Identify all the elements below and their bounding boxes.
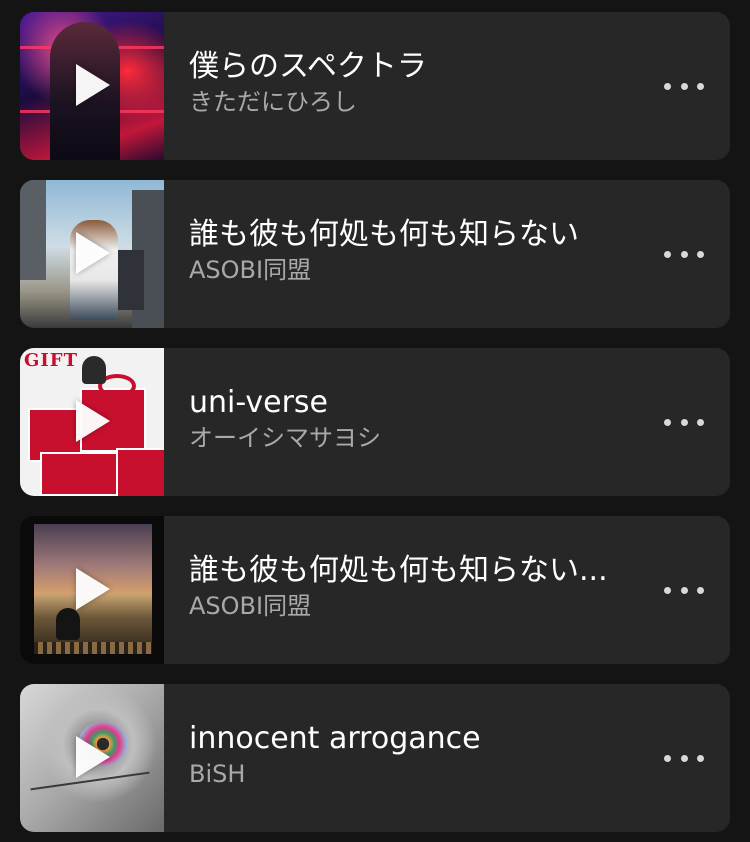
more-options-icon[interactable] [664,748,704,768]
track-list: 僕らのスペクトラ きただにひろし 誰も彼も何処も何も知らない ASOBI同盟 G… [0,0,750,842]
dot [680,418,688,426]
dot [664,82,671,90]
dot [680,586,688,594]
more-options-icon[interactable] [664,76,704,96]
dot [664,250,671,258]
artwork-cat [56,608,80,640]
track-row[interactable]: 誰も彼も何処も何も知らない ASOBI同盟 [20,180,730,328]
track-artist: きただにひろし [189,88,357,116]
dot [664,754,671,762]
track-title: 誰も彼も何処も何も知らない [189,217,579,252]
album-artwork[interactable]: GIFT [20,348,164,496]
track-artist: ASOBI同盟 [189,592,312,620]
dot [664,586,671,594]
track-title: innocent arrogance [189,721,481,756]
dot [680,754,688,762]
dot [697,418,704,426]
track-artist: ASOBI同盟 [189,256,312,284]
album-artwork[interactable] [20,180,164,328]
dot [664,418,671,426]
dot [697,82,704,90]
play-icon[interactable] [76,568,110,610]
album-artwork[interactable] [20,684,164,832]
track-title: uni-verse [189,385,329,420]
more-options-icon[interactable] [664,580,704,600]
album-artwork[interactable] [20,516,164,664]
dot [697,586,704,594]
more-options-icon[interactable] [664,244,704,264]
track-row[interactable]: innocent arrogance BiSH [20,684,730,832]
play-icon[interactable] [76,400,110,442]
track-artist: BiSH [189,760,246,788]
track-row[interactable]: 僕らのスペクトラ きただにひろし [20,12,730,160]
artwork-building [20,180,46,280]
play-icon[interactable] [76,232,110,274]
track-row[interactable]: GIFT uni-verse オーイシマサヨシ [20,348,730,496]
dot [697,250,704,258]
track-title: 僕らのスペクトラ [189,49,427,84]
track-artist: オーイシマサヨシ [189,424,381,452]
track-title: 誰も彼も何処も何も知らない... [189,553,608,588]
dot [697,754,704,762]
more-options-icon[interactable] [664,412,704,432]
artwork-gift-box [116,448,164,496]
play-icon[interactable] [76,736,110,778]
artwork-title: GIFT [24,350,78,371]
play-icon[interactable] [76,64,110,106]
track-row[interactable]: 誰も彼も何処も何も知らない... ASOBI同盟 [20,516,730,664]
artwork-figure [82,356,106,384]
album-artwork[interactable] [20,12,164,160]
artwork-railing [34,642,152,654]
dot [680,250,688,258]
dot [680,82,688,90]
